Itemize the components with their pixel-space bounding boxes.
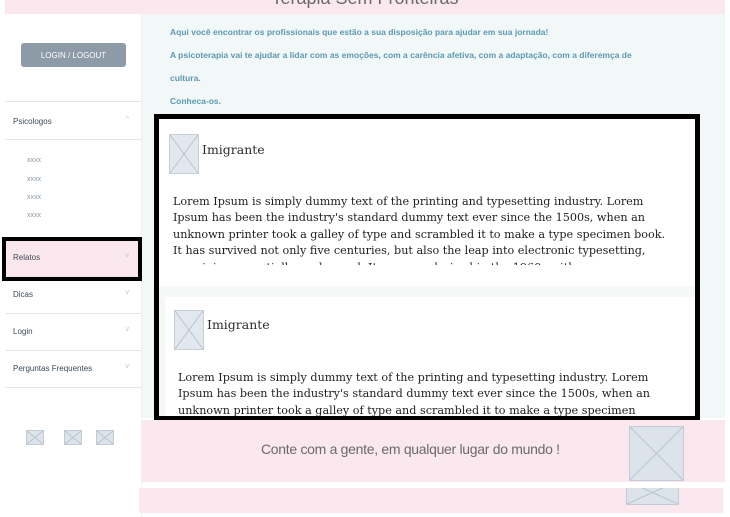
sidebar-subitem[interactable]: xxxx [27,157,41,164]
chevron-down-icon: v [125,289,130,296]
sidebar-item-label: Perguntas Frequentes [13,364,93,373]
chevron-down-icon: v [125,363,130,370]
divider [5,387,142,388]
sidebar-item-login[interactable]: Login v [5,314,142,350]
intro-text: cultura. [170,73,201,83]
intro-text: Aqui você encontrar os profissionais que… [170,27,549,37]
sidebar-item-label: Psicologos [13,117,52,126]
divider [5,101,142,102]
login-logout-button[interactable]: LOGIN / LOGOUT [21,43,126,67]
sidebar-item-label: Dicas [13,290,34,299]
chevron-up-icon: ^ [125,116,129,123]
footer-tagline: Conte com a gente, em qualquer lugar do … [261,441,560,457]
relatos-content-frame: Imigrante Lorem Ipsum is simply dummy te… [154,114,700,421]
site-title: Terapia Sem Fronteiras [5,0,725,9]
top-banner: Terapia Sem Fronteiras [5,0,725,14]
sidebar-subitem[interactable]: xxxx [27,176,41,183]
image-placeholder-icon[interactable] [26,430,44,445]
intro-text: Conheca-os. [170,96,222,106]
chevron-down-icon: v [125,326,130,333]
relato-card: Imigrante Lorem Ipsum is simply dummy te… [159,119,695,286]
image-placeholder-icon[interactable] [64,430,82,445]
active-item-highlight [2,237,142,281]
footer-banner: Conte com a gente, em qualquer lugar do … [142,420,725,482]
image-placeholder-icon [174,310,204,350]
intro-text: A psicoterapia vai te ajudar a lidar com… [170,50,632,60]
card-title: Imigrante [202,142,265,157]
sidebar-subitem[interactable]: xxxx [27,194,41,201]
image-placeholder-icon [169,134,199,174]
sidebar-item-psicologos[interactable]: Psicologos ^ [5,104,142,140]
relato-card: Imigrante Lorem Ipsum is simply dummy te… [165,297,695,417]
sidebar-item-perguntas-frequentes[interactable]: Perguntas Frequentes v [5,351,142,387]
sidebar-item-label: Login [13,327,33,336]
sidebar-subitem[interactable]: xxxx [27,212,41,219]
card-title: Imigrante [207,317,270,332]
card-text: Lorem Ipsum is simply dummy text of the … [173,195,666,265]
footer-bottom [139,488,723,513]
image-placeholder-icon [626,488,679,505]
card-text: Lorem Ipsum is simply dummy text of the … [178,371,650,417]
image-placeholder-icon[interactable] [96,430,114,445]
image-placeholder-icon [629,426,684,481]
sidebar-item-dicas[interactable]: Dicas v [5,277,142,313]
divider [5,139,142,140]
